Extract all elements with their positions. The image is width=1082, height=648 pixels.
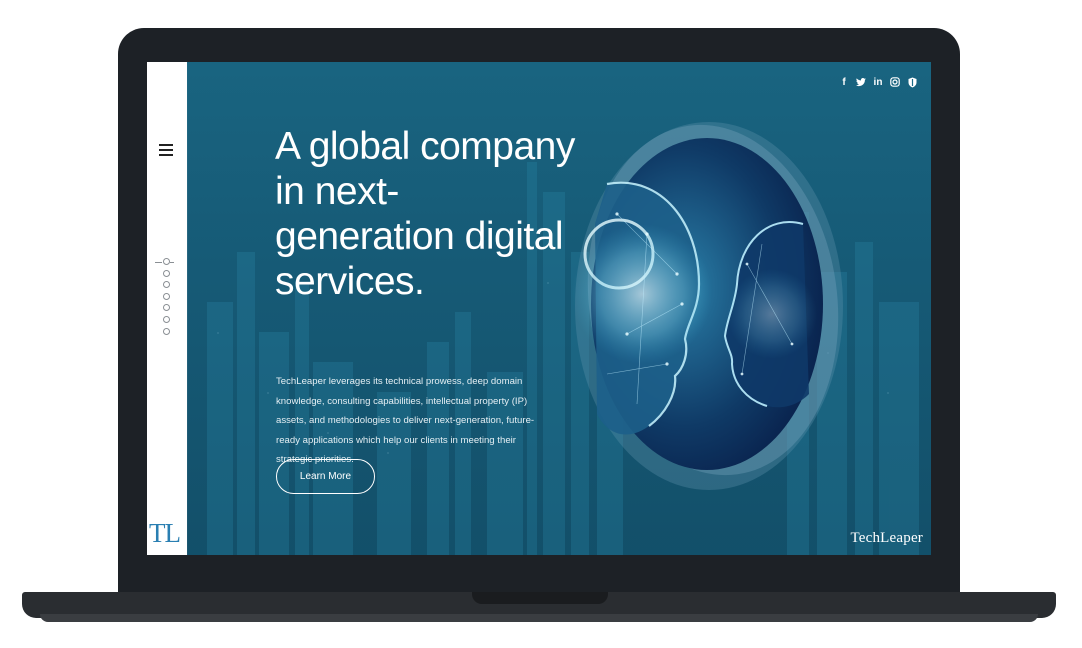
- sidebar: TL: [147, 62, 188, 555]
- instagram-icon[interactable]: [890, 76, 900, 88]
- twitter-icon[interactable]: [856, 76, 866, 88]
- hero-section: f in A global company in next-generation…: [187, 62, 931, 555]
- section-dot-6[interactable]: [163, 315, 170, 323]
- section-dot-2[interactable]: [163, 269, 170, 277]
- social-links: f in: [839, 76, 917, 88]
- laptop-notch: [472, 592, 608, 604]
- shield-icon[interactable]: [907, 76, 917, 88]
- laptop-screen: TL f in A global company in next-generat…: [147, 62, 931, 555]
- section-dot-4[interactable]: [163, 292, 170, 300]
- section-dots: [155, 258, 176, 339]
- laptop-base-shadow: [40, 614, 1038, 622]
- hero-headline: A global company in next-generation digi…: [275, 125, 575, 303]
- learn-more-button[interactable]: Learn More: [276, 459, 375, 494]
- section-dot-5[interactable]: [163, 304, 170, 312]
- linkedin-icon[interactable]: in: [873, 76, 883, 88]
- hamburger-icon[interactable]: [159, 144, 173, 156]
- ai-faces-illustration: [572, 122, 843, 490]
- facebook-icon[interactable]: f: [839, 76, 849, 88]
- logo[interactable]: TL: [149, 518, 181, 549]
- section-dot-3[interactable]: [163, 281, 170, 289]
- hero-description: TechLeaper leverages its technical prowe…: [276, 376, 535, 465]
- brand-name: TechLeaper: [850, 530, 923, 546]
- section-dot-7[interactable]: [163, 327, 170, 335]
- section-dot-1[interactable]: [155, 258, 174, 265]
